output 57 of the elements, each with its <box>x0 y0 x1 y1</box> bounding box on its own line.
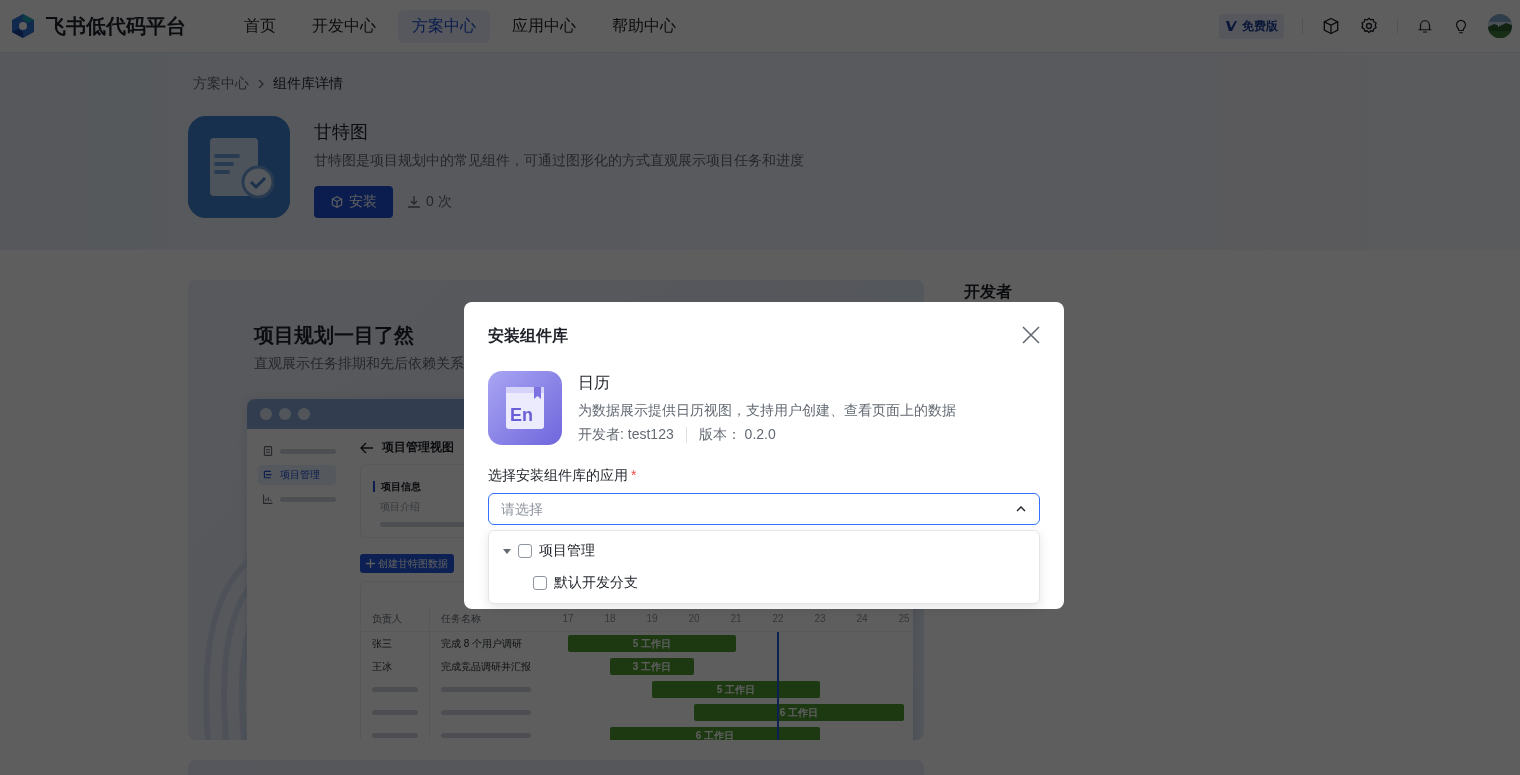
task-bar: 3 工作日 <box>610 658 694 675</box>
brand-name: 飞书低代码平台 <box>46 13 186 39</box>
bell-icon[interactable] <box>1416 17 1434 35</box>
table-cell: 王冰 <box>372 659 392 674</box>
required-mark: * <box>631 467 637 485</box>
nav-tab[interactable]: 开发中心 <box>298 9 390 43</box>
option-label[interactable]: 默认开发分支 <box>554 574 638 592</box>
plan-badge[interactable]: 免费版 <box>1219 13 1284 39</box>
chevron-right-icon <box>257 79 265 89</box>
caret-icon[interactable] <box>503 547 511 555</box>
task-bar: 6 工作日 <box>694 704 904 721</box>
section-heading: 开发者 <box>964 282 1012 302</box>
back-arrow-icon[interactable] <box>360 441 374 454</box>
task-bar: 5 工作日 <box>568 635 736 652</box>
logo-icon[interactable] <box>10 13 36 39</box>
version-text: 版本： 0.2.0 <box>698 426 776 444</box>
create-button[interactable]: 创建甘特图数据 <box>360 554 454 573</box>
menu-icon <box>262 493 274 505</box>
window-dot <box>279 408 291 420</box>
table-cell: 张三 <box>372 636 392 651</box>
window-dot <box>298 408 310 420</box>
chevron-icon[interactable] <box>1016 506 1026 512</box>
cube-icon <box>330 195 344 209</box>
component-title: 甘特图 <box>314 121 369 144</box>
menu-icon <box>262 445 274 457</box>
checkbox[interactable] <box>518 544 532 558</box>
view-title: 项目管理视图 <box>382 439 454 456</box>
plus-icon <box>366 559 375 568</box>
preview-headline: 项目规划一目了然 <box>254 323 414 348</box>
sidebar-item[interactable]: 项目管理 <box>258 465 336 485</box>
task-bar: 6 工作日 <box>610 727 820 740</box>
dialog-title: 安装组件库 <box>488 326 568 346</box>
nav-tab[interactable]: 方案中心 <box>398 9 490 43</box>
breadcrumb-current: 组件库详情 <box>273 75 343 93</box>
nav-tab[interactable]: 应用中心 <box>498 9 590 43</box>
section-heading: 项目信息 <box>373 481 421 492</box>
install-button[interactable]: 安装 <box>314 186 393 218</box>
window-dot <box>260 408 272 420</box>
book-icon <box>506 387 546 431</box>
document-check-icon <box>188 116 290 218</box>
select-field[interactable]: 请选择 <box>488 493 1040 525</box>
icon-label: En <box>510 405 533 426</box>
download-icon <box>407 195 421 209</box>
field-label: 选择安装组件库的应用 <box>488 467 628 485</box>
menu-icon <box>262 469 274 481</box>
task-bar: 5 工作日 <box>652 681 820 698</box>
option-label[interactable]: 项目管理 <box>539 542 595 560</box>
nav-tab[interactable]: 首页 <box>230 9 290 43</box>
app-description: 为数据展示提供日历视图，支持用户创建、查看页面上的数据 <box>578 402 956 420</box>
table-cell: 完成竞品调研并汇报 <box>441 659 531 674</box>
table-cell: 完成 8 个用户调研 <box>441 636 523 651</box>
developer-text: 开发者: test123 <box>578 426 674 444</box>
settings-icon[interactable] <box>1359 16 1379 36</box>
nav-tab[interactable]: 帮助中心 <box>598 9 690 43</box>
app-name: 日历 <box>578 373 611 393</box>
checkbox[interactable] <box>533 576 547 590</box>
cube-icon[interactable] <box>1321 16 1341 36</box>
